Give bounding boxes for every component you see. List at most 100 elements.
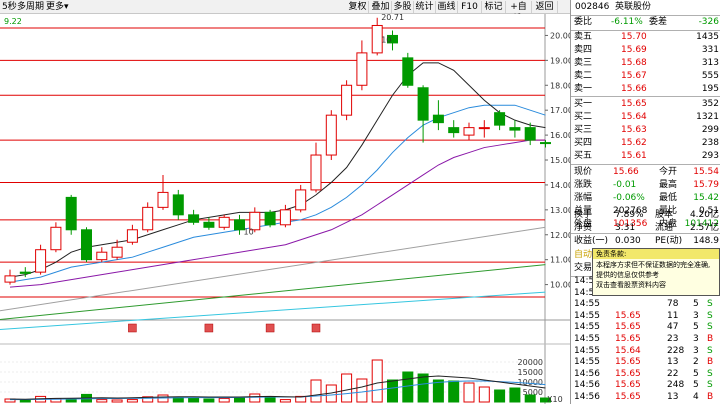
bid-volume: 293	[701, 151, 719, 161]
volume-bar	[126, 399, 138, 403]
candle-body	[463, 127, 475, 136]
ask-volume: 331	[701, 45, 719, 55]
volume-bar	[96, 399, 108, 403]
volume-bar	[417, 373, 429, 403]
stat-value: 15.42	[693, 193, 719, 203]
popup-title: 免责条款:	[593, 249, 719, 259]
candle-body	[188, 214, 200, 223]
price-tick-label: 20.00	[550, 31, 570, 40]
bid-label: 买五	[574, 151, 593, 161]
toolbar-button-4[interactable]: 画线	[436, 1, 458, 13]
ask-volume: 1435	[696, 32, 719, 42]
multi-period-button[interactable]: 多周期	[17, 1, 44, 13]
candle-body	[96, 251, 108, 261]
price-tick-label: 18.00	[550, 81, 570, 90]
timeframe-selector[interactable]: 5秒	[2, 1, 17, 13]
bid-row: 买二 15.64 1321	[571, 111, 720, 124]
stat-label: 涨幅	[574, 193, 593, 203]
ask-row: 卖五 15.70 1435	[571, 31, 720, 44]
stat-value: 15.54	[693, 167, 719, 177]
stat-label: 最高	[659, 180, 678, 190]
disclaimer-popup[interactable]: 免责条款: 本程序方求但不保证数据的完全准确, 提供的信息仅供参考 双击查看股票…	[592, 248, 720, 296]
volume-tick-label: 15000	[518, 368, 543, 377]
stat-label: 涨跌	[574, 180, 593, 190]
ask-label: 卖四	[574, 45, 593, 55]
price-tick-label: 16.00	[550, 131, 570, 140]
fund-value: 4.20亿	[689, 210, 719, 220]
fundamental-row: 换手 7.89% 股本 4.20亿	[571, 209, 720, 222]
fund-value: 0.030	[615, 236, 641, 246]
ask-row: 卖四 15.69 331	[571, 44, 720, 57]
order-ratio-row: 委比 -6.11% 委差 -326	[571, 16, 720, 29]
bid-volume: 299	[701, 125, 719, 135]
more-menu[interactable]: 更多▾	[46, 1, 69, 13]
candle-body	[4, 275, 16, 283]
price-annotation: 10	[381, 35, 391, 44]
candle-body	[341, 84, 353, 116]
volume-tick-label: 20000	[518, 358, 543, 367]
ask-price: 15.67	[621, 71, 647, 81]
chevron-down-icon: ▾	[64, 2, 69, 12]
event-marker-icon	[265, 323, 275, 333]
bid-label: 买二	[574, 112, 593, 122]
candle-body	[279, 209, 291, 226]
ask-label: 卖二	[574, 71, 593, 81]
toolbar-button-6[interactable]: 标记	[482, 1, 506, 13]
stat-value: -0.01	[613, 180, 637, 190]
trade-row: 14:56 15.65 13 4 B	[571, 391, 720, 404]
popup-line-1: 本程序方求但不保证数据的完全准确,	[596, 261, 711, 269]
candle-body	[356, 52, 368, 86]
volume-bar	[249, 393, 261, 403]
stat-value: -0.06%	[613, 193, 645, 203]
volume-bar	[19, 399, 31, 403]
volume-bar	[65, 399, 77, 403]
fund-value: 3.31	[615, 223, 636, 233]
price-tick-label: 19.00	[550, 56, 570, 65]
ask-label: 卖一	[574, 84, 593, 94]
stat-label: 最低	[659, 193, 678, 203]
volume-bar	[448, 380, 460, 403]
bid-volume: 1321	[696, 112, 719, 122]
price-annotation: 10	[244, 227, 254, 236]
ask-row: 卖三 15.68 313	[571, 57, 720, 70]
candle-body	[540, 142, 551, 145]
bid-price: 15.61	[621, 151, 647, 161]
bid-row: 买三 15.63 299	[571, 124, 720, 137]
volume-bar	[111, 399, 123, 403]
candle-body	[65, 196, 77, 231]
bid-row: 买五 15.61 293	[571, 150, 720, 163]
volume-bar	[310, 379, 322, 403]
popup-line-3: 双击查看股票资料内容	[596, 281, 666, 289]
volume-bar	[371, 359, 383, 403]
more-label: 更多	[46, 2, 65, 12]
fund-label: PE(动)	[655, 236, 683, 246]
fund-label: 流通	[655, 223, 674, 233]
toolbar-button-0[interactable]: 复权	[347, 1, 369, 13]
candle-body	[494, 112, 506, 126]
candlestick-chart[interactable]: 9.22 10.00 11.00 12.00 13.00 14.00 15.00 16.00 1…	[0, 14, 570, 404]
price-tick-label: 13.00	[550, 206, 570, 215]
weibi-label: 委比	[574, 17, 593, 27]
volume-bar	[432, 379, 444, 403]
ask-price: 15.68	[621, 58, 647, 68]
toolbar-button-7[interactable]: +自选	[506, 1, 532, 24]
candle-body	[509, 127, 521, 131]
toolbar-button-1[interactable]: 叠加	[370, 1, 392, 13]
toolbar-button-2[interactable]: 多股	[392, 1, 414, 13]
toolbar-button-5[interactable]: F10	[458, 1, 482, 13]
event-marker-icon	[204, 323, 214, 333]
ask-volume: 313	[701, 58, 719, 68]
stat-label: 今开	[659, 167, 678, 177]
volume-unit-label: X10	[547, 395, 563, 404]
bid-label: 买四	[574, 138, 593, 148]
ask-row: 卖二 15.67 555	[571, 70, 720, 83]
fund-label: 收益(一)	[574, 236, 609, 246]
weicha-value: -326	[698, 17, 719, 27]
toolbar-button-3[interactable]: 统计	[414, 1, 436, 13]
price-tick-label: 15.00	[550, 156, 570, 165]
candle-body	[111, 246, 123, 258]
volume-bar	[264, 396, 276, 403]
bid-row: 买四 15.62 238	[571, 137, 720, 150]
volume-bar	[356, 378, 368, 403]
toolbar-button-8[interactable]: 返回	[532, 1, 558, 13]
